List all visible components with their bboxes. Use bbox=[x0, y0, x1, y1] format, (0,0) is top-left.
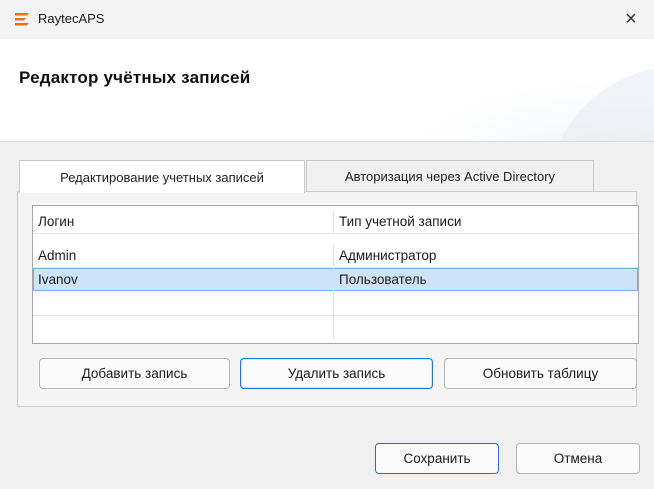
tab-label: Авторизация через Active Directory bbox=[344, 169, 556, 184]
cell-login[interactable]: Ivanov bbox=[33, 268, 334, 291]
refresh-table-button[interactable]: Обновить таблицу bbox=[444, 358, 637, 389]
delete-record-button[interactable]: Удалить запись bbox=[240, 358, 433, 389]
tab-active-directory[interactable]: Авторизация через Active Directory bbox=[306, 160, 594, 192]
table-row[interactable] bbox=[33, 292, 638, 316]
header-decoration bbox=[380, 39, 654, 141]
save-button[interactable]: Сохранить bbox=[375, 443, 499, 474]
close-button[interactable]: × bbox=[608, 0, 654, 39]
table-header-row: Логин Тип учетной записи bbox=[33, 210, 638, 234]
table-row[interactable] bbox=[33, 316, 638, 339]
cell-login[interactable] bbox=[33, 292, 334, 315]
column-header-login[interactable]: Логин bbox=[33, 210, 334, 233]
cell-account-type[interactable] bbox=[334, 316, 638, 339]
cell-account-type[interactable]: Пользователь bbox=[334, 268, 638, 291]
dialog-header: Редактор учётных записей bbox=[0, 39, 654, 142]
tab-edit-accounts[interactable]: Редактирование учетных записей bbox=[19, 160, 305, 193]
cell-login[interactable] bbox=[33, 316, 334, 339]
table-row[interactable]: Admin Администратор bbox=[33, 244, 638, 268]
title-bar: RaytecAPS × bbox=[0, 0, 654, 39]
cell-account-type[interactable]: Администратор bbox=[334, 244, 638, 267]
tab-label: Редактирование учетных записей bbox=[60, 169, 264, 185]
table-row-selected[interactable]: Ivanov Пользователь bbox=[33, 268, 638, 291]
window-title: RaytecAPS bbox=[38, 11, 105, 26]
column-header-account-type[interactable]: Тип учетной записи bbox=[334, 210, 638, 233]
page-title: Редактор учётных записей bbox=[19, 68, 251, 87]
cell-login[interactable]: Admin bbox=[33, 244, 334, 267]
add-record-button[interactable]: Добавить запись bbox=[39, 358, 230, 389]
cell-account-type[interactable] bbox=[334, 292, 638, 315]
raytec-logo-icon bbox=[15, 13, 29, 26]
close-icon: × bbox=[625, 8, 637, 30]
cancel-button[interactable]: Отмена bbox=[516, 443, 640, 474]
accounts-table[interactable]: Логин Тип учетной записи Admin Администр… bbox=[32, 205, 639, 344]
